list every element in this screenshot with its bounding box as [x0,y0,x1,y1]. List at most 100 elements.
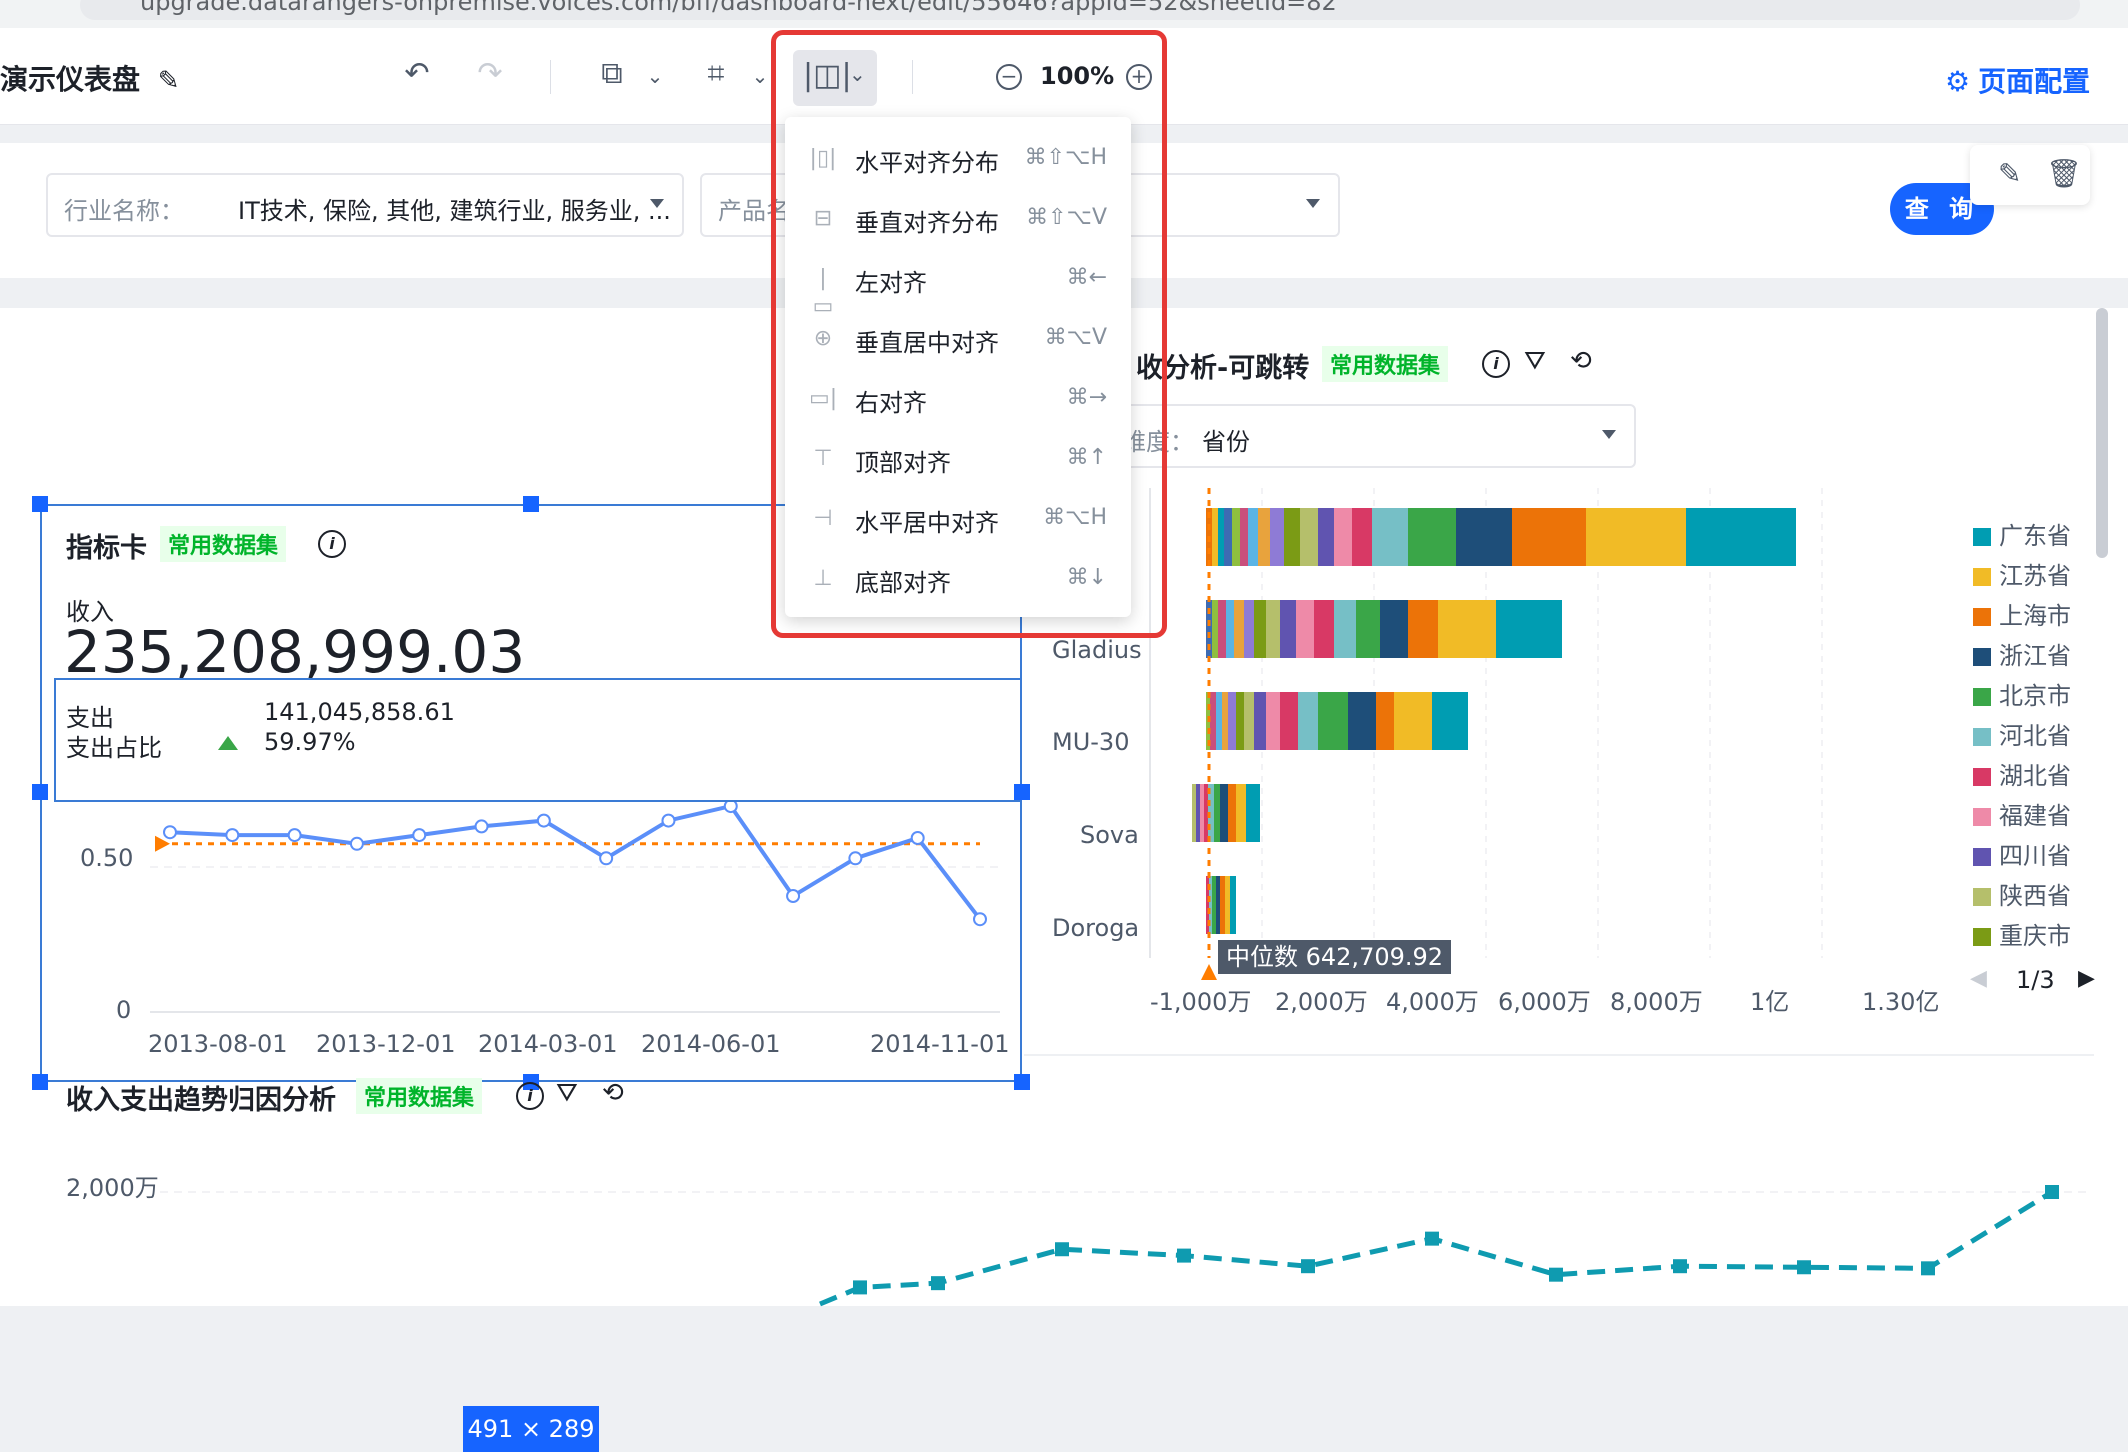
legend-swatch [1973,808,1991,826]
legend-swatch [1973,888,1991,906]
filter-icon[interactable]: ⛛ [1524,346,1546,377]
bar-segment [1220,784,1228,842]
legend-item[interactable]: 福建省 [1973,796,2071,831]
legend-item[interactable]: 湖北省 [1973,756,2071,791]
bar-segment [1218,600,1226,658]
bar-segment [1204,784,1208,842]
legend-label: 重庆市 [1999,922,2071,950]
x-tick-label: 8,000万 [1610,988,1703,1016]
data-point [1425,1231,1439,1246]
data-point [1055,1242,1069,1257]
data-point [1921,1261,1935,1276]
legend-swatch [1973,528,1991,546]
data-point [853,1280,867,1295]
x-tick-label: -1,000万 [1150,988,1252,1016]
bar-segment [1246,784,1260,842]
legend-item[interactable]: 河北省 [1973,716,2071,751]
dimension-select[interactable]: 维度： 省份 [1100,404,1636,468]
legend-item[interactable]: 重庆市 [1973,916,2071,951]
bar-segment [1244,692,1254,750]
legend-label: 河北省 [1999,722,2071,750]
highlight-frame [771,30,1167,638]
legend-swatch [1973,928,1991,946]
bar-segment [1456,508,1512,566]
bar-segment [1296,600,1314,658]
bar-segment [1200,784,1204,842]
bar-segment [1348,692,1376,750]
data-point [931,1276,945,1291]
stacked-bar-chart [1149,488,1823,980]
industry-filter-select[interactable]: 行业名称： IT技术, 保险, 其他, 建筑行业, 服务业, ... [46,173,684,237]
edit-title-icon[interactable]: ✎ [158,66,180,96]
dashboard-title[interactable]: 演示仪表盘 ✎ [0,58,180,98]
data-point [2045,1185,2059,1199]
bar-segment [1266,600,1280,658]
bar-segment [1270,508,1284,566]
bar-segment [1224,508,1232,566]
x-tick-label: 2,000万 [1275,988,1368,1016]
bar-segment [1216,876,1220,934]
resize-handle[interactable] [32,1074,48,1090]
bar-segment [1222,692,1228,750]
bar-segment [1586,508,1686,566]
info-icon[interactable]: i [1482,350,1510,378]
bar-segment [1225,876,1230,934]
legend-item[interactable]: 陕西省 [1973,876,2071,911]
bar-segment [1512,508,1586,566]
dimension-value: 省份 [1202,428,1250,456]
chevron-down-icon [1602,430,1616,439]
chevron-down-icon[interactable]: ⌄ [640,56,670,96]
bar-segment [1298,692,1318,750]
resize-handle[interactable] [32,784,48,800]
edit-icon[interactable]: ✎ [1998,157,2021,190]
next-page-icon[interactable]: ▶ [2078,966,2095,991]
bar-segment [1314,600,1334,658]
bar-segment [1248,508,1258,566]
bar-segment [1372,508,1408,566]
bar-segment [1686,508,1796,566]
resize-handle[interactable] [32,496,48,512]
info-icon[interactable]: i [516,1082,544,1110]
link-icon[interactable]: ⟲ [602,1078,624,1108]
scrollbar[interactable] [2096,308,2108,558]
panel-divider [1024,1054,2094,1056]
group-icon[interactable]: ⌗ [696,54,736,94]
bar-segment [1266,692,1280,750]
toolbar-divider [550,60,551,94]
delete-icon[interactable]: 🗑 [2046,157,2082,190]
bar-segment [1236,692,1244,750]
filter-icon[interactable]: ⛛ [556,1078,578,1109]
prev-page-icon[interactable]: ◀ [1970,966,1987,991]
series-line [819,1189,2054,1307]
legend-label: 广东省 [1999,522,2071,550]
bar-segment [1230,876,1236,934]
undo-icon[interactable]: ↶ [397,54,437,94]
x-tick-label: 4,000万 [1386,988,1479,1016]
bar-segment [1212,876,1216,934]
bar-segment [1432,692,1468,750]
resize-handle[interactable] [523,496,539,512]
legend-item[interactable]: 浙江省 [1973,636,2071,671]
bar-segment [1218,508,1224,566]
page-config-button[interactable]: ⚙ 页面配置 [1945,60,2090,100]
bar-segment [1228,784,1236,842]
legend-label: 北京市 [1999,682,2071,710]
legend-item[interactable]: 北京市 [1973,676,2071,711]
legend-item[interactable]: 江苏省 [1973,556,2071,591]
redo-icon[interactable]: ↷ [470,54,510,94]
legend-item[interactable]: 四川省 [1973,836,2071,871]
url-text: upgrade.datarangers-onpremise.volces.com… [140,0,1337,16]
bar-segment [1228,692,1236,750]
legend-item[interactable]: 上海市 [1973,596,2071,631]
link-icon[interactable]: ⟲ [1570,346,1592,376]
dataset-tag: 常用数据集 [1322,346,1449,382]
legend-item[interactable]: 广东省 [1973,516,2071,551]
bar-segment [1254,600,1266,658]
bar-segment [1240,508,1248,566]
data-point [1177,1248,1191,1263]
copy-icon[interactable]: ⧉ [592,54,632,94]
category-label: Gladius [1052,636,1142,664]
trend-line-chart [160,1185,2090,1307]
bar-segment [1280,600,1296,658]
resize-handle[interactable] [1014,1074,1030,1090]
